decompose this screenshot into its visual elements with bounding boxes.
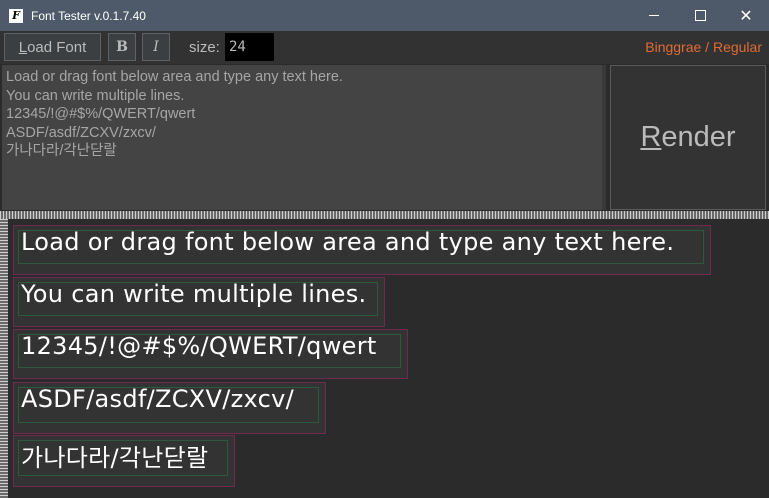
render-line-text: Load or drag font below area and type an… xyxy=(21,228,675,256)
render-line: 12345/!@#$%/QWERT/qwert xyxy=(13,329,408,379)
load-font-label: oad Font xyxy=(27,38,87,56)
toolbar: Load Font B I size: Binggrae / Regular xyxy=(0,31,769,64)
horizontal-ruler xyxy=(0,211,769,219)
input-line: 가나다라/각난닫랄 xyxy=(6,143,117,159)
render-line: 가나다라/각난닫랄 xyxy=(13,435,235,487)
maximize-icon xyxy=(694,10,706,21)
size-input[interactable] xyxy=(225,33,274,61)
render-button[interactable]: Render xyxy=(610,65,766,210)
minimize-button[interactable] xyxy=(631,0,677,31)
app-icon: F xyxy=(9,8,23,23)
close-button[interactable]: ✕ xyxy=(723,0,769,31)
load-font-button[interactable]: Load Font xyxy=(4,33,101,61)
text-input-area[interactable]: Load or drag font below area and type an… xyxy=(2,65,606,210)
close-icon: ✕ xyxy=(739,6,753,25)
input-line: 12345/!@#$%/QWERT/qwert xyxy=(6,106,196,122)
render-line-text: 12345/!@#$%/QWERT/qwert xyxy=(21,332,377,360)
size-label: size: xyxy=(189,39,220,56)
window-controls: ✕ xyxy=(631,0,769,31)
bold-toggle-button[interactable]: B xyxy=(108,33,136,61)
maximize-button[interactable] xyxy=(677,0,723,31)
render-line: Load or drag font below area and type an… xyxy=(13,225,711,275)
load-font-mnemonic: L xyxy=(18,38,28,56)
window-title: Font Tester v.0.1.7.40 xyxy=(31,8,146,23)
minimize-icon xyxy=(649,15,659,16)
input-line: You can write multiple lines. xyxy=(6,87,185,104)
render-line-text: ASDF/asdf/ZCXV/zxcv/ xyxy=(21,385,295,413)
input-line: Load or drag font below area and type an… xyxy=(6,69,343,85)
input-line: ASDF/asdf/ZCXV/zxcv/ xyxy=(6,124,156,141)
italic-toggle-button[interactable]: I xyxy=(142,33,170,61)
render-output-area: Load or drag font below area and type an… xyxy=(8,219,769,498)
render-line-text: 가나다라/각난닫랄 xyxy=(21,444,209,472)
vertical-ruler xyxy=(0,219,8,498)
font-name-label: Binggrae / Regular xyxy=(645,39,762,55)
title-bar: F Font Tester v.0.1.7.40 ✕ xyxy=(0,0,769,31)
render-line: ASDF/asdf/ZCXV/zxcv/ xyxy=(13,382,326,434)
render-label: ender xyxy=(661,121,736,153)
render-mnemonic: R xyxy=(640,121,662,153)
render-line-text: You can write multiple lines. xyxy=(21,280,367,308)
render-line: You can write multiple lines. xyxy=(13,277,385,327)
